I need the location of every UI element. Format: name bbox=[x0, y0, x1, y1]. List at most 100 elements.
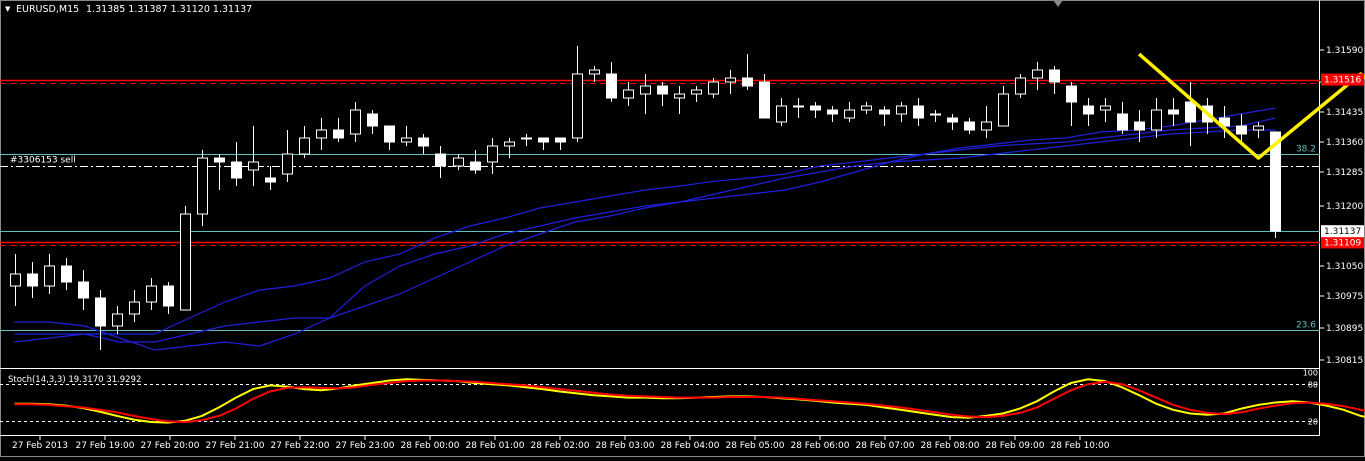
candle[interactable] bbox=[743, 54, 753, 90]
stoch-level-label: 20 bbox=[1308, 418, 1318, 427]
candle-body-bear bbox=[760, 82, 770, 118]
candle[interactable] bbox=[948, 114, 958, 130]
candle-body-bear bbox=[436, 154, 446, 166]
candle[interactable] bbox=[488, 138, 498, 174]
moving-average-line-0 bbox=[15, 108, 1276, 350]
x-tick-label: 28 Feb 06:00 bbox=[790, 441, 849, 451]
candle[interactable] bbox=[28, 262, 38, 298]
candle[interactable] bbox=[607, 62, 617, 102]
candle[interactable] bbox=[1050, 66, 1060, 94]
candle[interactable] bbox=[931, 110, 941, 122]
candle[interactable] bbox=[317, 118, 327, 150]
candle[interactable] bbox=[334, 118, 344, 142]
candle[interactable] bbox=[1101, 98, 1111, 122]
candle[interactable] bbox=[777, 98, 787, 126]
candle[interactable] bbox=[692, 86, 702, 102]
candle[interactable] bbox=[828, 106, 838, 122]
candle-body-bear bbox=[1050, 70, 1060, 82]
candle[interactable] bbox=[1186, 82, 1196, 146]
candle-body-bull bbox=[130, 302, 140, 314]
candle[interactable] bbox=[266, 166, 276, 190]
candle[interactable] bbox=[96, 290, 106, 350]
candle[interactable] bbox=[1254, 122, 1264, 138]
candle-body-bear bbox=[828, 110, 838, 114]
candle[interactable] bbox=[726, 70, 736, 94]
y-tick-label: 1.30815 bbox=[1326, 356, 1363, 366]
candle[interactable] bbox=[300, 126, 310, 158]
price-chart-svg[interactable]: 38.223.6#3306153 sell1.315901.315101.314… bbox=[0, 0, 1365, 457]
candle[interactable] bbox=[436, 146, 446, 178]
candle[interactable] bbox=[181, 206, 191, 310]
candle[interactable] bbox=[914, 98, 924, 126]
candle-body-bear bbox=[1237, 126, 1247, 134]
candle[interactable] bbox=[232, 142, 242, 186]
candle[interactable] bbox=[573, 46, 583, 142]
candle[interactable] bbox=[385, 126, 395, 150]
candle[interactable] bbox=[1118, 102, 1128, 134]
candle[interactable] bbox=[999, 86, 1009, 126]
candle[interactable] bbox=[1169, 98, 1179, 126]
candle[interactable] bbox=[113, 306, 123, 334]
candle[interactable] bbox=[897, 102, 907, 122]
candle[interactable] bbox=[471, 150, 481, 174]
candle-body-bull bbox=[590, 70, 600, 74]
chart-shift-marker-icon[interactable] bbox=[1053, 0, 1063, 7]
stoch-signal-line bbox=[15, 381, 1365, 423]
candle[interactable] bbox=[249, 126, 259, 186]
candle[interactable] bbox=[658, 82, 668, 106]
candle[interactable] bbox=[79, 270, 89, 310]
candle-body-bull bbox=[777, 106, 787, 122]
candle[interactable] bbox=[1237, 114, 1247, 142]
candle[interactable] bbox=[1084, 98, 1094, 126]
candle[interactable] bbox=[1016, 74, 1026, 98]
candle[interactable] bbox=[590, 66, 600, 82]
candle[interactable] bbox=[624, 82, 634, 106]
candle[interactable] bbox=[164, 282, 174, 314]
candle[interactable] bbox=[556, 138, 566, 150]
candle-body-bull bbox=[1016, 78, 1026, 94]
candle[interactable] bbox=[1033, 62, 1043, 90]
candle[interactable] bbox=[198, 150, 208, 226]
candle[interactable] bbox=[130, 290, 140, 322]
candle[interactable] bbox=[62, 258, 72, 290]
candle[interactable] bbox=[351, 102, 361, 142]
candle[interactable] bbox=[45, 254, 55, 294]
candle[interactable] bbox=[1067, 82, 1077, 126]
fibo-label: 23.6 bbox=[1296, 321, 1316, 331]
moving-average-line-1 bbox=[15, 118, 1276, 342]
candle[interactable] bbox=[880, 106, 890, 126]
candle[interactable] bbox=[11, 254, 21, 306]
candle[interactable] bbox=[982, 106, 992, 138]
candle[interactable] bbox=[811, 102, 821, 118]
x-tick-label: 27 Feb 20:00 bbox=[140, 441, 199, 451]
chart-window[interactable]: 38.223.6#3306153 sell1.315901.315101.314… bbox=[0, 0, 1365, 457]
candle-body-bear bbox=[914, 106, 924, 118]
candle[interactable] bbox=[794, 98, 804, 118]
candle[interactable] bbox=[675, 86, 685, 114]
candle[interactable] bbox=[368, 110, 378, 134]
x-tick-label: 28 Feb 07:00 bbox=[855, 441, 914, 451]
level-price-tag: 1.31109 bbox=[1321, 236, 1364, 248]
y-tick-label: 1.31435 bbox=[1326, 108, 1363, 118]
candle-body-bear bbox=[1067, 86, 1077, 102]
candle-body-bear bbox=[164, 286, 174, 306]
candle[interactable] bbox=[522, 134, 532, 146]
x-tick-label: 28 Feb 09:00 bbox=[985, 441, 1044, 451]
candle[interactable] bbox=[283, 130, 293, 182]
candle-body-bear bbox=[743, 78, 753, 86]
candle[interactable] bbox=[454, 154, 464, 170]
symbol-label: EURUSD,M15 bbox=[16, 4, 79, 15]
symbol-menu-glyph[interactable]: ▼ bbox=[5, 5, 11, 13]
candle[interactable] bbox=[402, 126, 412, 146]
candle[interactable] bbox=[539, 138, 549, 150]
x-tick-label: 28 Feb 08:00 bbox=[920, 441, 979, 451]
candle[interactable] bbox=[147, 278, 157, 310]
candle-body-bear bbox=[334, 130, 344, 138]
ohlc-readout: 1.31385 1.31387 1.31120 1.31137 bbox=[86, 4, 252, 15]
candle[interactable] bbox=[862, 102, 872, 114]
candle[interactable] bbox=[215, 154, 225, 190]
candle[interactable] bbox=[965, 118, 975, 134]
candle-body-bear bbox=[1186, 102, 1196, 122]
candle[interactable] bbox=[419, 134, 429, 154]
candle[interactable] bbox=[845, 102, 855, 122]
